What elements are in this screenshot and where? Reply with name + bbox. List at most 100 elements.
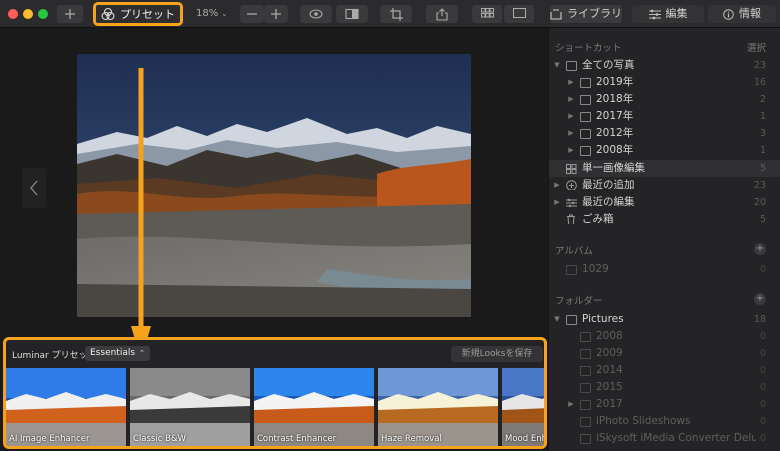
folder-icon	[580, 400, 591, 410]
sidebar-item-trash[interactable]: ごみ箱 5	[549, 211, 780, 228]
caret-right-icon: ▶	[568, 129, 574, 137]
sidebar-item-label: 2008	[596, 330, 623, 342]
sidebar-album-item[interactable]: 1029 0	[549, 261, 780, 278]
sidebar-item-count: 5	[759, 163, 766, 174]
folder-icon	[580, 417, 591, 427]
sidebar-item-2018[interactable]: ▶ 2018年 2	[549, 91, 780, 108]
sidebar-item-2008[interactable]: ▶ 2008年 1	[549, 142, 780, 159]
sidebar-folder-item[interactable]: 2008 0	[549, 328, 780, 345]
preview-button[interactable]	[300, 5, 332, 23]
preset-thumbnail[interactable]: Haze Removal	[378, 368, 498, 446]
share-button[interactable]	[426, 5, 458, 23]
previous-image-button[interactable]	[22, 168, 46, 208]
caret-right-icon: ▶	[568, 78, 574, 86]
sidebar-item-count: 3	[759, 128, 766, 139]
sidebar-item-label: 2019年	[596, 76, 634, 88]
caret-down-icon: ▼	[554, 315, 560, 323]
grid-view-button[interactable]	[472, 5, 502, 23]
preset-label: Haze Removal	[381, 434, 442, 444]
sidebar-folder-item[interactable]: 2014 0	[549, 362, 780, 379]
sidebar-folder-item[interactable]: ▶ 2017 0	[549, 396, 780, 413]
sidebar-item-label: 2009	[596, 347, 623, 359]
sidebar-item-count: 1	[759, 145, 766, 156]
preset-label: Classic B&W	[133, 434, 186, 444]
minimize-window-button[interactable]	[23, 9, 33, 19]
sidebar-item-label: iPhoto Slideshows	[596, 415, 691, 427]
preset-label: Mood Enh	[505, 434, 547, 444]
sidebar-item-count: 16	[753, 77, 766, 88]
folder-icon	[580, 366, 591, 376]
zoom-window-button[interactable]	[38, 9, 48, 19]
save-looks-button[interactable]: 新規Looksを保存	[451, 346, 543, 362]
sidebar-item-recently-added[interactable]: ▶ 最近の追加 23	[549, 177, 780, 194]
sidebar-item-count: 2	[759, 94, 766, 105]
tab-info[interactable]: 情報	[708, 5, 776, 23]
folder-icon	[580, 434, 591, 444]
chevron-left-icon	[30, 180, 38, 196]
sidebar-item-label: 1029	[582, 263, 609, 275]
caret-right-icon: ▶	[568, 95, 574, 103]
sidebar-item-label: 2008年	[596, 144, 634, 156]
preset-thumbnail[interactable]: Contrast Enhancer	[254, 368, 374, 446]
eye-icon	[309, 9, 323, 19]
sidebar-item-count: 0	[759, 348, 766, 359]
toolbar: プリセット 18% ⌄ ライブラリ 編集 情報	[0, 0, 780, 28]
plus-icon	[65, 9, 75, 19]
add-album-button[interactable]: +	[754, 243, 766, 255]
single-view-button[interactable]	[504, 5, 534, 23]
sidebar-folder-item[interactable]: 2009 0	[549, 345, 780, 362]
compare-button[interactable]	[336, 5, 368, 23]
preset-category-value: Essentials	[90, 348, 136, 358]
close-window-button[interactable]	[8, 9, 18, 19]
sliders-icon	[648, 9, 661, 19]
zoom-in-button[interactable]	[264, 5, 288, 23]
sidebar-item-count: 0	[759, 331, 766, 342]
sidebar-item-label: 最近の追加	[582, 179, 635, 191]
sidebar-item-recently-edited[interactable]: ▶ 最近の編集 20	[549, 194, 780, 211]
sidebar-item-count: 5	[759, 214, 766, 225]
add-button[interactable]	[57, 5, 83, 23]
zoom-out-button[interactable]	[240, 5, 264, 23]
tab-info-label: 情報	[739, 7, 761, 20]
sidebar-item-single-image-edits[interactable]: 単一画像編集 5	[549, 160, 780, 177]
shortcuts-header: ショートカット	[555, 43, 622, 54]
caret-right-icon: ▶	[554, 198, 560, 206]
crop-button[interactable]	[380, 5, 412, 23]
sidebar-folder-item[interactable]: ▼ Pictures 18	[549, 311, 780, 328]
sidebar-item-2012[interactable]: ▶ 2012年 3	[549, 125, 780, 142]
presets-title: Luminar プリセット	[12, 351, 97, 361]
sidebar-item-2019[interactable]: ▶ 2019年 16	[549, 74, 780, 91]
sidebar-item-label: 2018年	[596, 93, 634, 105]
caret-right-icon: ▶	[554, 181, 560, 189]
preset-thumbnail[interactable]: Classic B&W	[130, 368, 250, 446]
sidebar-item-count: 23	[753, 60, 766, 71]
sidebar-item-count: 23	[753, 180, 766, 191]
zoom-select[interactable]: 18% ⌄	[196, 5, 236, 23]
down-arrow-annotation	[131, 68, 151, 360]
sidebar-item-count: 0	[759, 382, 766, 393]
share-icon	[436, 8, 448, 21]
presets-button-label: プリセット	[120, 8, 175, 21]
sidebar-item-label: 全ての写真	[582, 59, 635, 71]
sidebar-item-2017[interactable]: ▶ 2017年 1	[549, 108, 780, 125]
sidebar-folder-item[interactable]: 2015 0	[549, 379, 780, 396]
sidebar-item-all-photos[interactable]: ▼ 全ての写真 23	[549, 57, 780, 74]
tab-edit[interactable]: 編集	[632, 5, 704, 23]
sidebar-folder-item[interactable]: iSkysoft iMedia Converter Delu... 0	[549, 430, 780, 447]
folder-icon	[580, 383, 591, 393]
sidebar-item-count: 18	[753, 314, 766, 325]
minus-icon	[247, 13, 257, 15]
preset-thumbnail[interactable]: AI Image Enhancer	[6, 368, 126, 446]
add-folder-button[interactable]: +	[754, 293, 766, 305]
add-circle-icon	[566, 180, 577, 190]
preset-thumbnail[interactable]: Mood Enh	[502, 368, 547, 446]
presets-button[interactable]: プリセット	[93, 2, 183, 26]
sidebar-item-label: 2015	[596, 381, 623, 393]
select-button[interactable]: 選択	[747, 40, 766, 54]
albums-header: アルバム	[555, 246, 593, 257]
preset-category-select[interactable]: Essentials ⌃	[85, 346, 150, 361]
tab-library[interactable]: ライブラリ	[550, 5, 622, 23]
caret-right-icon: ▶	[568, 400, 574, 408]
sidebar-folder-item[interactable]: iPhoto Slideshows 0	[549, 413, 780, 430]
sidebar-item-count: 0	[759, 416, 766, 427]
